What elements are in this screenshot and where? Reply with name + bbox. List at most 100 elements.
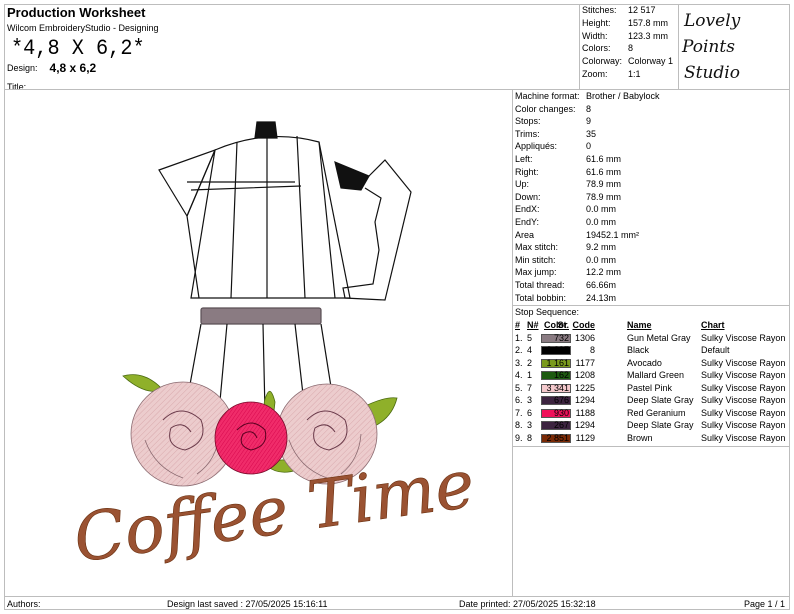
footer-saved: Design last saved : 27/05/2025 15:16:11	[167, 599, 328, 609]
stat-row: Colors: 8	[582, 42, 678, 55]
stop-sequence-table: # N# Color St. Code Name Chart 1. 5 732 130…	[514, 319, 790, 444]
stat-label: Colors:	[582, 43, 611, 54]
machine-row: Down: 78.9 mm	[514, 191, 790, 204]
stat-value: 1:1	[628, 68, 641, 79]
row-code: 1294	[574, 420, 595, 430]
stat-row: Stitches: 12 517	[582, 4, 678, 17]
row-code: 1294	[574, 395, 595, 405]
machine-label: Machine format:	[515, 91, 580, 101]
stat-value: 123.3 mm	[628, 30, 669, 41]
row-name: Gun Metal Gray	[627, 332, 691, 343]
stop-sequence-title: Stop Sequence:	[515, 307, 580, 317]
machine-label: Down:	[515, 191, 541, 202]
header-info: Production Worksheet Wilcom EmbroiderySt…	[5, 5, 579, 92]
stat-label: Zoom:	[582, 68, 608, 79]
row-stitches: 267	[553, 420, 569, 430]
row-needle: 4	[527, 345, 533, 355]
software-name: Wilcom EmbroideryStudio - Designing	[7, 23, 159, 33]
stat-value: 8	[628, 43, 634, 54]
machine-row: Trims: 35	[514, 128, 790, 141]
row-num: 8.	[515, 420, 523, 430]
divider	[512, 446, 790, 447]
row-needle: 3	[527, 420, 533, 430]
machine-label: Area	[515, 229, 535, 240]
table-row: 1. 5 732 1306 Gun Metal Gray Sulky Viscose Ra…	[514, 332, 790, 345]
brand-logo: Lovely Points Studio	[681, 11, 741, 83]
machine-row: Appliqués: 0	[514, 140, 790, 153]
row-code: 1306	[574, 332, 595, 343]
logo-line-3: Studio	[684, 63, 740, 83]
row-num: 2.	[515, 345, 523, 355]
machine-label: Total bobbin:	[515, 292, 567, 303]
table-row: 7. 6 930 1188 Red Geranium Sulky Viscose Rayo…	[514, 407, 790, 420]
machine-value: 24.13m	[586, 292, 617, 303]
row-num: 4.	[515, 370, 523, 380]
stat-row: Width: 123.3 mm	[582, 30, 678, 43]
table-row: 3. 2 1 161 1177 Avocado Sulky Viscose Rayon	[514, 357, 790, 370]
stat-label: Height:	[582, 17, 611, 28]
row-chart: Default	[701, 345, 730, 355]
machine-label: Up:	[515, 179, 530, 190]
embroidery-design-preview: Coffee Time	[69, 121, 479, 578]
design-value: 4,8 x 6,2	[49, 61, 97, 75]
divider	[678, 4, 679, 90]
row-num: 3.	[515, 357, 523, 368]
stat-label: Stitches:	[582, 5, 617, 15]
machine-value: Brother / Babylock	[586, 91, 660, 101]
row-chart: Sulky Viscose Rayon	[701, 370, 786, 380]
machine-row: Machine format: Brother / Babylock	[514, 90, 790, 103]
row-name: Deep Slate Gray	[627, 420, 694, 430]
table-row: 8. 3 267 1294 Deep Slate Gray Sulky Viscose R…	[514, 419, 790, 432]
table-row: 2. 4 2 397 8 Black Default	[514, 344, 790, 357]
footer: Authors: Design last saved : 27/05/2025 …	[5, 597, 789, 610]
machine-value: 61.6 mm	[586, 153, 622, 164]
machine-value: 0	[586, 141, 592, 152]
stat-value: 157.8 mm	[628, 17, 669, 28]
row-stitches: 162	[553, 370, 569, 380]
row-needle: 8	[527, 432, 533, 443]
machine-label: EndY:	[515, 216, 540, 227]
row-needle: 5	[527, 332, 533, 343]
row-stitches: 2 851	[546, 432, 569, 443]
machine-label: Stops:	[515, 116, 541, 127]
machine-label: Left:	[515, 153, 533, 164]
row-code: 1188	[575, 407, 595, 418]
design-stats: Stitches: 12 517 Height: 157.8 mm Width: 123.…	[582, 4, 678, 81]
row-code: 1225	[574, 382, 595, 393]
machine-row: Stops: 9	[514, 115, 790, 128]
col-name: Name	[627, 320, 652, 330]
machine-value: 66.66m	[586, 279, 617, 290]
col-chart: Chart	[701, 320, 725, 330]
machine-label: Max stitch:	[515, 242, 559, 253]
stat-label: Colorway:	[582, 56, 623, 67]
row-code: 1129	[575, 432, 595, 443]
machine-label: EndX:	[515, 204, 540, 215]
row-needle: 3	[527, 395, 533, 405]
machine-value: 78.9 mm	[586, 191, 622, 202]
row-name: Mallard Green	[627, 370, 685, 380]
col-num: #	[515, 320, 521, 330]
machine-label: Appliqués:	[515, 141, 558, 152]
machine-row: Total thread: 66.66m	[514, 279, 790, 292]
row-code: 8	[589, 345, 595, 355]
machine-value: 8	[586, 103, 592, 114]
machine-row: Max jump: 12.2 mm	[514, 266, 790, 279]
machine-row: EndX: 0.0 mm	[514, 203, 790, 216]
row-chart: Sulky Viscose Rayon	[701, 420, 786, 430]
footer-printed: Date printed: 27/05/2025 15:32:18	[459, 599, 596, 609]
stat-label: Width:	[582, 30, 608, 41]
row-stitches: 3 341	[546, 382, 569, 393]
row-num: 6.	[515, 395, 523, 405]
row-name: Brown	[627, 432, 653, 443]
table-header-row: # N# Color St. Code Name Chart	[514, 319, 790, 332]
row-stitches: 2 397	[546, 345, 569, 355]
row-name: Red Geranium	[627, 407, 686, 418]
machine-value: 35	[586, 128, 597, 139]
machine-label: Color changes:	[515, 103, 576, 114]
machine-value: 19452.1 mm²	[586, 229, 640, 240]
table-row: 9. 8 2 851 1129 Brown Sulky Viscose Rayon	[514, 432, 790, 445]
design-row: Design: 4,8 x 6,2	[7, 61, 96, 75]
row-name: Pastel Pink	[627, 382, 673, 393]
machine-value: 9.2 mm	[586, 242, 617, 253]
machine-value: 12.2 mm	[586, 267, 622, 278]
